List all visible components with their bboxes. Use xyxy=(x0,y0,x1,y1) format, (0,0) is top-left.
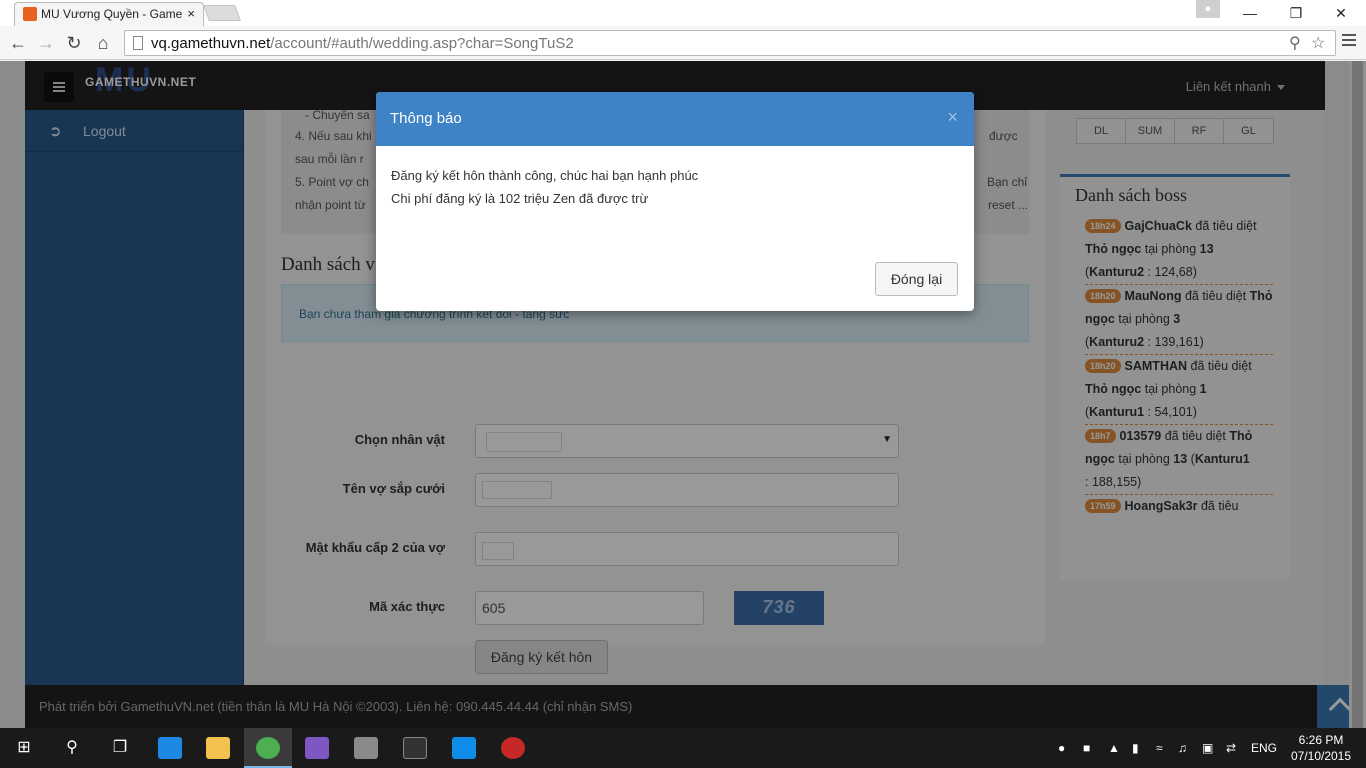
bookmark-star-icon[interactable]: ☆ xyxy=(1311,33,1325,53)
windows-taskbar: ⊞ ⚲ ❐ ● ■ ▲ ▮ ≈ ♫ ▣ ⇄ ENG 6:26 PM 07/10/… xyxy=(0,728,1366,768)
teamviewer-icon[interactable] xyxy=(440,728,488,768)
site-favicon-icon xyxy=(23,7,37,21)
input-method-icon[interactable]: ⇄ xyxy=(1226,728,1236,768)
dialog-title: Thông báo xyxy=(390,110,462,127)
chrome-menu-icon[interactable] xyxy=(1342,34,1356,49)
restore-icon[interactable]: ❐ xyxy=(1273,0,1319,26)
app-tool-icon[interactable] xyxy=(342,728,390,768)
back-icon[interactable]: ← xyxy=(6,31,30,55)
game-launcher-icon[interactable] xyxy=(489,728,537,768)
tab-close-icon[interactable]: × xyxy=(187,6,195,21)
clock-date: 07/10/2015 xyxy=(1290,749,1352,763)
language-indicator[interactable]: ENG xyxy=(1251,728,1277,768)
system-clock[interactable]: 6:26 PM 07/10/2015 xyxy=(1288,732,1354,764)
browser-tab[interactable]: MU Vương Quyền - Game × xyxy=(14,2,204,26)
notification-dialog: Thông báo × Đăng ký kết hôn thành công, … xyxy=(376,92,974,311)
home-icon[interactable]: ⌂ xyxy=(91,31,115,55)
wifi-icon[interactable]: ≈ xyxy=(1156,728,1163,768)
minimize-icon[interactable]: — xyxy=(1227,0,1273,26)
mu-game-icon[interactable] xyxy=(391,728,439,768)
dialog-body: Đăng ký kết hôn thành công, chúc hai bạn… xyxy=(391,164,698,210)
browser-tab-bar: MU Vương Quyền - Game × ● — ❐ ✕ xyxy=(0,0,1366,26)
forward-icon[interactable]: → xyxy=(34,31,58,55)
ime-icon[interactable]: ▣ xyxy=(1202,728,1213,768)
address-bar[interactable]: vq.gamethuvn.net/account/#auth/wedding.a… xyxy=(124,30,1336,56)
profile-icon[interactable]: ● xyxy=(1196,0,1220,18)
tab-title: MU Vương Quyền - Game xyxy=(41,7,183,21)
task-view-icon[interactable]: ❐ xyxy=(96,728,144,768)
chrome-icon[interactable] xyxy=(244,728,292,768)
dialog-message-line: Đăng ký kết hôn thành công, chúc hai bạn… xyxy=(391,168,699,183)
tray-app-icon[interactable]: ■ xyxy=(1083,728,1090,768)
visual-studio-icon[interactable] xyxy=(293,728,341,768)
close-icon[interactable]: × xyxy=(947,107,958,128)
url-text[interactable]: vq.gamethuvn.net/account/#auth/wedding.a… xyxy=(151,35,574,52)
key-icon[interactable]: ⚲ xyxy=(1289,33,1301,53)
browser-toolbar: ← → ↻ ⌂ vq.gamethuvn.net/account/#auth/w… xyxy=(0,26,1366,60)
tray-app-icon[interactable]: ▲ xyxy=(1108,728,1120,768)
tray-app-icon[interactable]: ● xyxy=(1058,728,1065,768)
reload-icon[interactable]: ↻ xyxy=(62,31,86,55)
page-icon xyxy=(133,36,143,50)
clock-time: 6:26 PM xyxy=(1298,733,1344,747)
dialog-header: Thông báo × xyxy=(376,92,974,146)
file-explorer-icon[interactable] xyxy=(194,728,242,768)
dialog-message-line: Chi phí đăng ký là 102 triệu Zen đã được… xyxy=(391,191,649,206)
start-button[interactable]: ⊞ xyxy=(0,728,48,768)
volume-icon[interactable]: ♫ xyxy=(1178,728,1187,768)
battery-icon[interactable]: ▮ xyxy=(1132,728,1139,768)
new-tab-button[interactable] xyxy=(203,5,241,21)
search-icon[interactable]: ⚲ xyxy=(48,728,96,768)
zalo-icon[interactable] xyxy=(146,728,194,768)
close-dialog-button[interactable]: Đóng lại xyxy=(875,262,958,296)
close-window-icon[interactable]: ✕ xyxy=(1318,0,1364,26)
